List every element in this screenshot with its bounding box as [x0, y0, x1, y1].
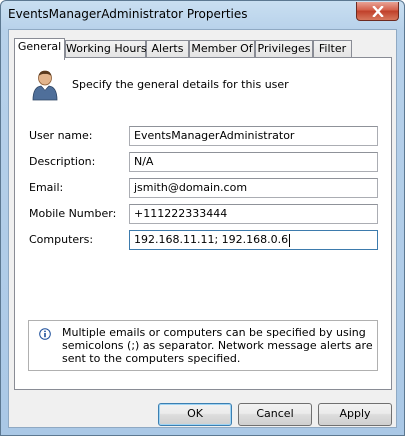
mobile-number-label: Mobile Number:: [29, 207, 117, 220]
text-caret: [289, 233, 291, 247]
info-text: Multiple emails or computers can be spec…: [62, 326, 373, 365]
close-button[interactable]: [356, 2, 399, 21]
title-bar[interactable]: EventsManagerAdministrator Properties: [1, 1, 404, 29]
computers-field-value: 192.168.11.11; 192.168.0.6: [134, 233, 289, 246]
close-icon: [371, 5, 384, 17]
description-label: Description:: [29, 155, 96, 168]
ok-button[interactable]: OK: [158, 403, 232, 426]
description-field[interactable]: N/A: [129, 152, 378, 172]
info-icon: [39, 328, 51, 340]
email-label: Email:: [29, 181, 64, 194]
username-field[interactable]: EventsManagerAdministrator: [129, 126, 378, 146]
username-label: User name:: [29, 129, 93, 142]
general-tab-panel: Specify the general details for this use…: [14, 57, 392, 390]
computers-label: Computers:: [29, 233, 94, 246]
tab-member-of[interactable]: Member Of: [189, 40, 255, 58]
header-description: Specify the general details for this use…: [72, 78, 289, 91]
info-box: Multiple emails or computers can be spec…: [28, 320, 378, 371]
tab-privileges[interactable]: Privileges: [255, 40, 313, 58]
mobile-number-field[interactable]: +111222333444: [129, 204, 378, 224]
apply-button[interactable]: Apply: [318, 403, 392, 426]
computers-field[interactable]: 192.168.11.11; 192.168.0.6: [129, 230, 378, 250]
tab-strip: General Working Hours Alerts Member Of P…: [14, 38, 394, 60]
window-title: EventsManagerAdministrator Properties: [8, 7, 248, 21]
tab-working-hours[interactable]: Working Hours: [65, 40, 147, 58]
dialog-client-area: General Working Hours Alerts Member Of P…: [8, 29, 397, 428]
email-field[interactable]: jsmith@domain.com: [129, 178, 378, 198]
user-icon: [32, 70, 58, 101]
tab-general[interactable]: General: [14, 38, 65, 60]
header-separator: [29, 110, 379, 111]
tab-alerts[interactable]: Alerts: [146, 40, 189, 58]
tab-filter[interactable]: Filter: [313, 40, 352, 58]
cancel-button[interactable]: Cancel: [238, 403, 312, 426]
properties-dialog: EventsManagerAdministrator Properties Ge…: [0, 0, 405, 436]
